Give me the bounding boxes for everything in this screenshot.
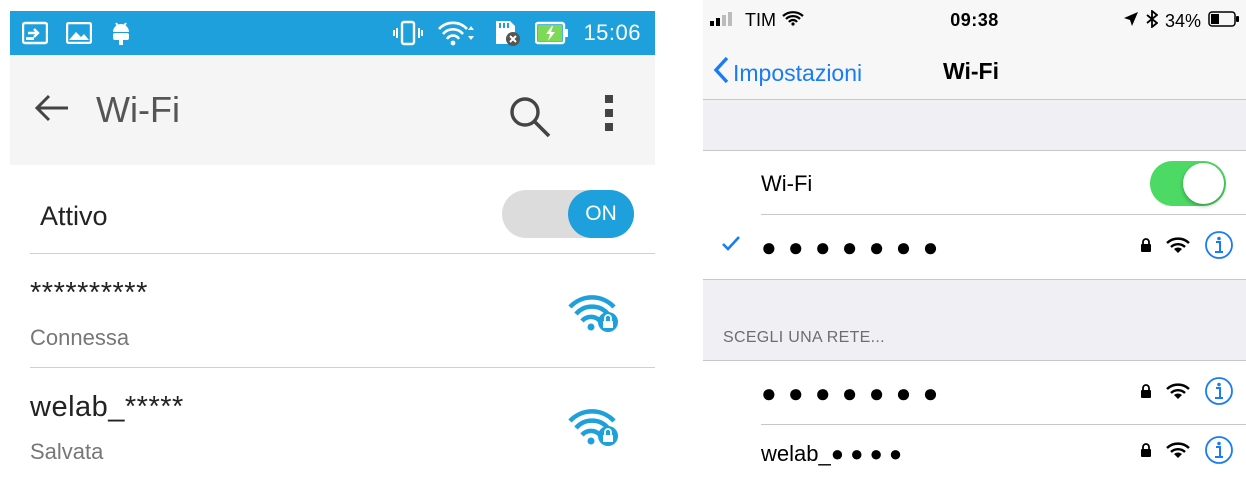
ios-status-bar: TIM 09:38 34% [703, 0, 1246, 44]
vibrate-icon [393, 20, 424, 46]
android-status-bar: 15:06 [10, 11, 655, 55]
wifi-toggle-row: Wi-Fi [703, 151, 1246, 215]
battery-charging-icon [535, 21, 569, 45]
lock-icon [1140, 383, 1152, 404]
location-arrow-icon [1123, 11, 1139, 32]
bluetooth-icon [1146, 9, 1159, 33]
android-page-title: Wi-Fi [96, 89, 180, 130]
more-vertical-icon[interactable] [602, 93, 616, 138]
ios-navigation-bar: Impostazioni Wi-Fi [703, 44, 1246, 100]
sd-card-icon [491, 20, 521, 46]
back-button-label: Impostazioni [733, 59, 863, 86]
back-button[interactable]: Impostazioni [713, 56, 862, 90]
connected-network-row[interactable]: ● ● ● ● ● ● ● [703, 215, 1246, 279]
wifi-settings-group: Wi-Fi ● ● ● ● ● ● ● [703, 150, 1246, 280]
wifi-toggle-switch[interactable]: ON [502, 190, 634, 238]
battery-percent: 34% [1164, 11, 1201, 31]
ios-wifi-screen: TIM 09:38 34% Impostazioni Wi-Fi Wi-Fi ●… [703, 0, 1246, 477]
checkmark-icon [721, 233, 741, 258]
search-icon[interactable] [508, 95, 552, 144]
wifi-toggle-switch[interactable] [1150, 161, 1226, 206]
android-network-item[interactable]: welab_***** Salvata [10, 369, 655, 477]
info-icon[interactable] [1204, 435, 1234, 470]
network-name: ● ● ● ● ● ● ● [761, 378, 941, 408]
arrow-left-icon[interactable] [34, 93, 70, 128]
android-network-item[interactable]: ********** Connessa [10, 255, 655, 369]
image-icon [66, 22, 92, 44]
available-networks-group: ● ● ● ● ● ● ● welab_● ● ● ● [703, 360, 1246, 477]
network-name: welab_***** [30, 391, 184, 423]
wifi-toggle-label: Wi-Fi [761, 171, 813, 196]
network-status: Connessa [30, 325, 130, 350]
android-status-time: 15:06 [583, 20, 641, 45]
android-wifi-screen: 15:06 Wi-Fi Attivo ON ********** Conness… [10, 11, 655, 477]
switch-knob [1183, 163, 1224, 204]
wifi-signal-icon [1166, 236, 1190, 259]
divider [30, 367, 655, 368]
network-name: welab_● ● ● ● [761, 441, 903, 466]
wifi-toggle-state: ON [568, 190, 634, 238]
chevron-left-icon [713, 56, 729, 90]
network-status: Salvata [30, 439, 104, 464]
divider [30, 253, 655, 254]
android-toolbar: Wi-Fi [10, 55, 655, 165]
wifi-signal-icon [1166, 382, 1190, 405]
android-wifi-toggle-row[interactable]: Attivo ON [10, 165, 655, 263]
ios-page-title: Wi-Fi [943, 58, 999, 84]
section-header: SCEGLI UNA RETE... [723, 329, 885, 346]
network-row[interactable]: welab_● ● ● ● [703, 425, 1246, 477]
wifi-signal-icon [1166, 441, 1190, 464]
lock-icon [1140, 442, 1152, 463]
network-name: ● ● ● ● ● ● ● [761, 232, 941, 262]
network-row[interactable]: ● ● ● ● ● ● ● [703, 361, 1246, 425]
info-icon[interactable] [1204, 230, 1234, 265]
wifi-lock-icon [568, 293, 620, 338]
info-icon[interactable] [1204, 376, 1234, 411]
wifi-signal-icon [437, 20, 477, 46]
cast-screen-icon [22, 21, 48, 45]
battery-icon [1208, 11, 1240, 32]
network-name: ********** [30, 277, 148, 309]
android-icon [110, 20, 132, 46]
wifi-toggle-label: Attivo [40, 201, 108, 231]
lock-icon [1140, 237, 1152, 258]
wifi-lock-icon [568, 407, 620, 452]
